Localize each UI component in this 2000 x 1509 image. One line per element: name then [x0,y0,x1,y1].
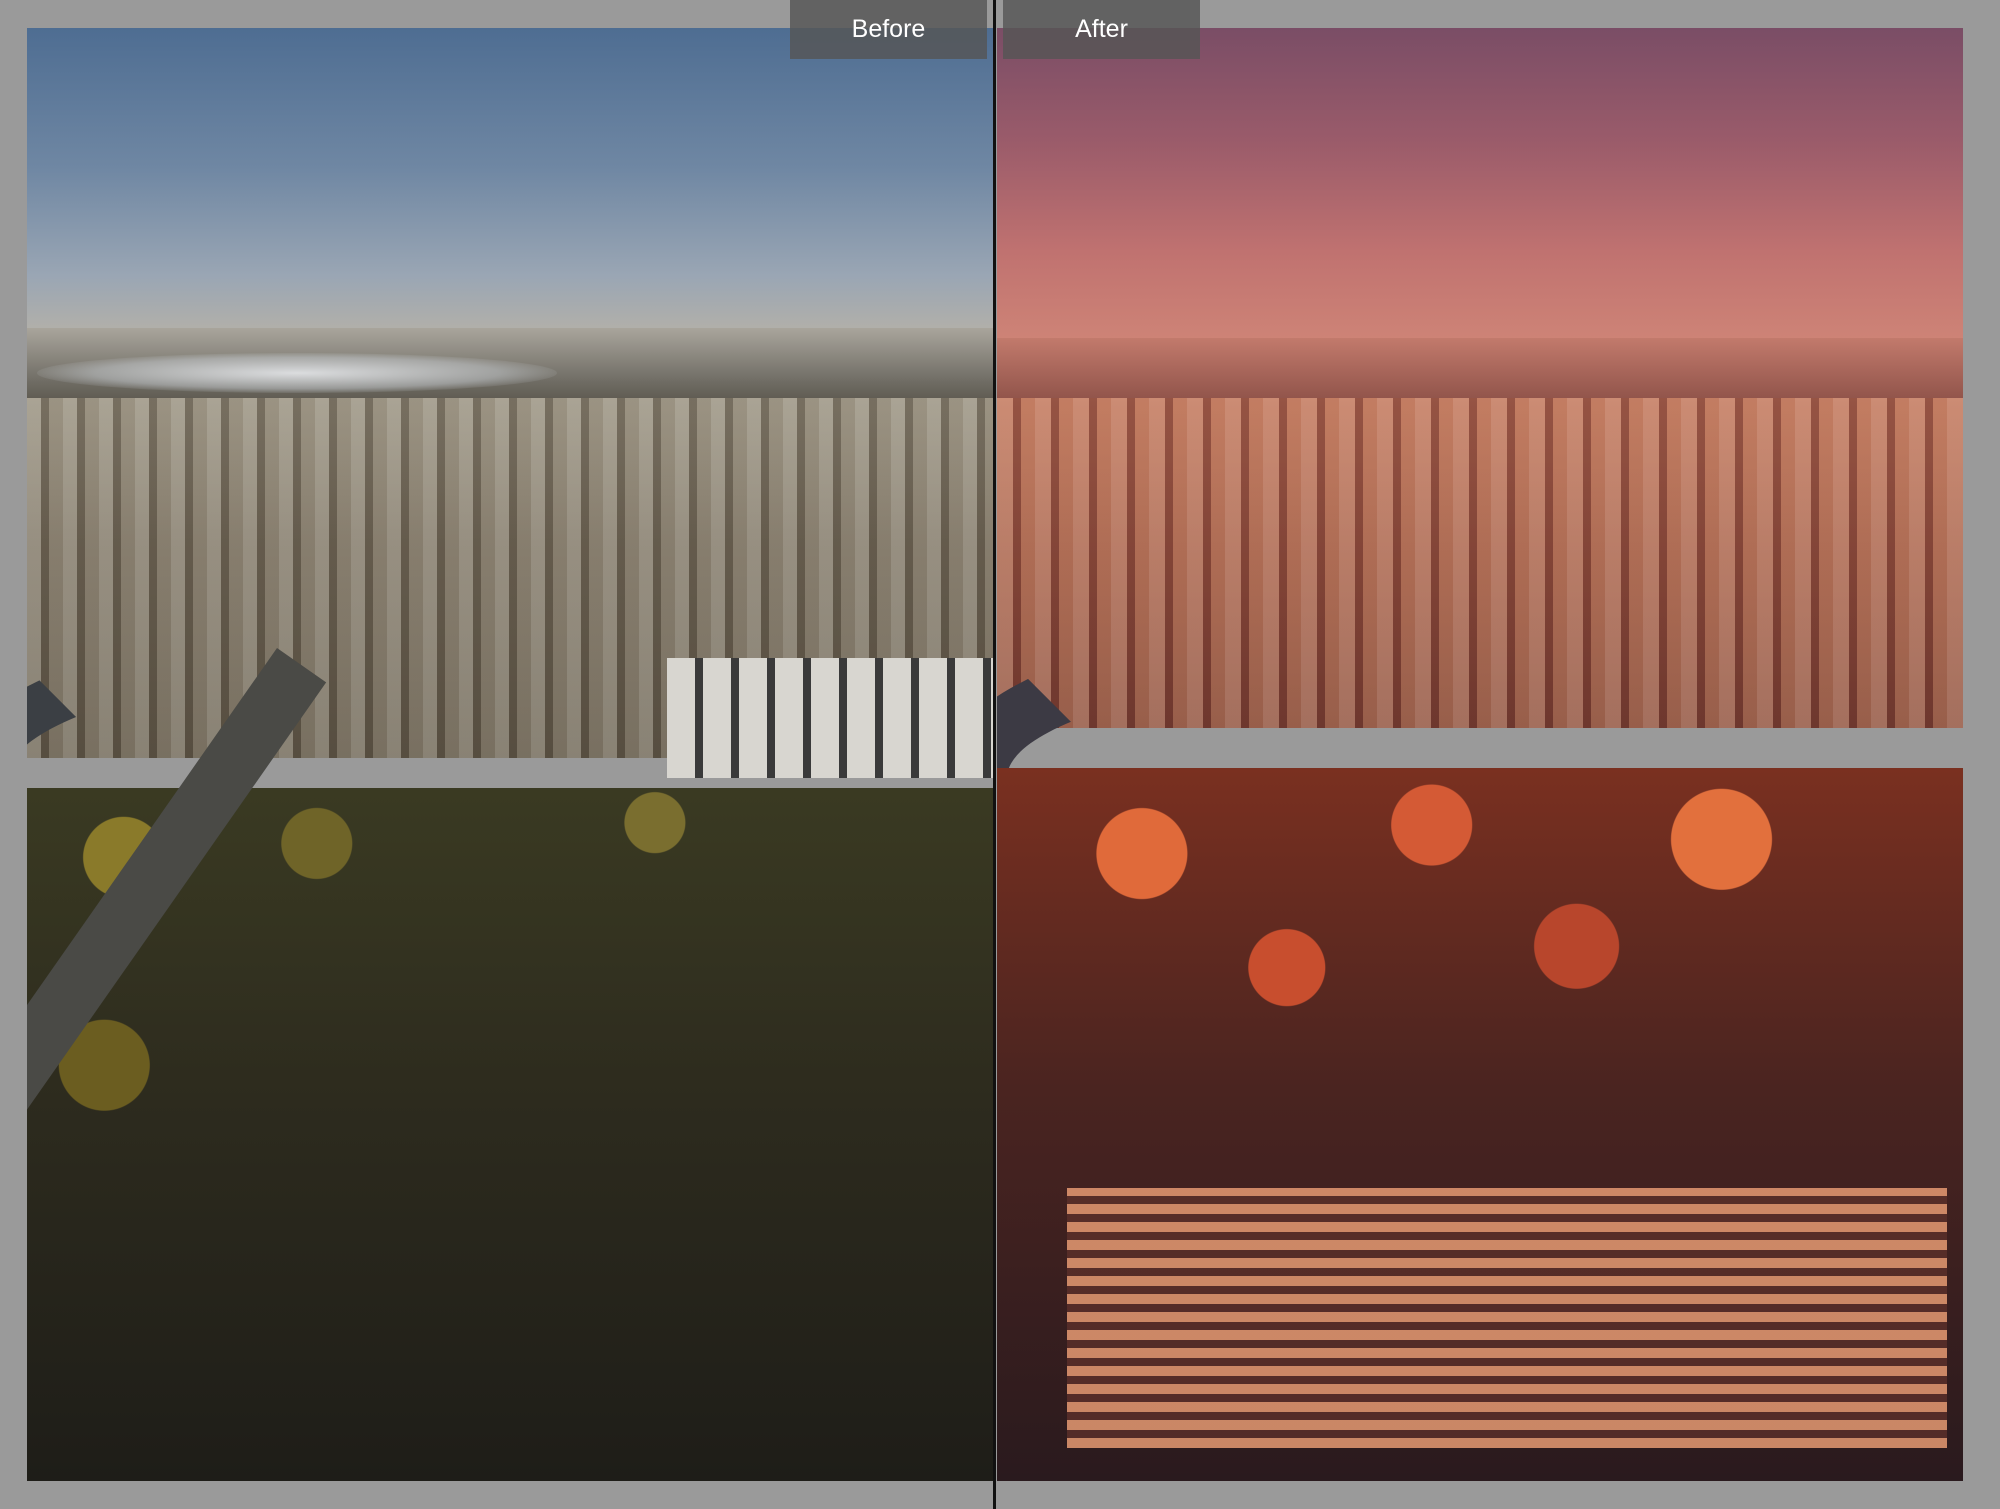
after-sky [997,28,1963,348]
after-buildings [1067,1188,1947,1448]
after-label: After [1003,0,1200,59]
before-sky [27,28,993,338]
before-fog [37,353,557,393]
before-label: Before [790,0,987,59]
before-buildings [667,658,993,778]
after-photo[interactable] [997,28,1963,1481]
split-divider[interactable] [993,0,996,1509]
compare-workspace: Before After [0,0,2000,1509]
before-photo[interactable] [27,28,993,1481]
